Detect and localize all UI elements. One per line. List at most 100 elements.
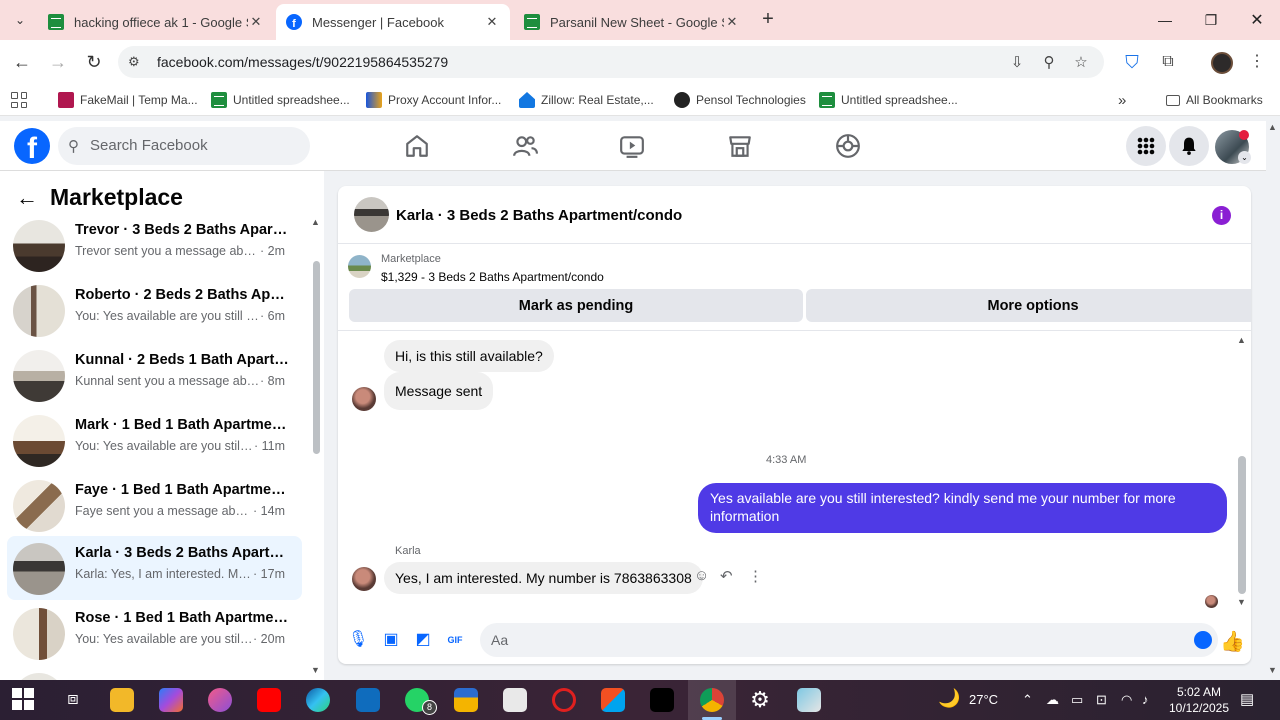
chat-scrollbar[interactable] xyxy=(1238,456,1246,594)
app-icon[interactable] xyxy=(208,688,232,712)
conversation-item[interactable]: Mark · 1 Bed 1 Bath Apartment/... You: Y… xyxy=(7,408,302,472)
edge-icon[interactable] xyxy=(306,688,330,712)
weather-temp[interactable]: 27°C xyxy=(969,692,998,707)
zoom-icon[interactable]: ⚲ xyxy=(1040,54,1058,72)
microsoft-store-icon[interactable] xyxy=(601,688,625,712)
conversation-item[interactable]: Roberto · 2 Beds 2 Baths Apart... You: Y… xyxy=(7,278,302,342)
close-tab-icon[interactable]: ✕ xyxy=(248,14,264,30)
microphone-icon[interactable]: 🎙 xyxy=(348,630,368,650)
chevron-down-icon[interactable]: ⌄ xyxy=(1238,151,1251,164)
close-window-button[interactable]: ✕ xyxy=(1234,0,1280,40)
info-icon[interactable]: i xyxy=(1212,206,1231,225)
page-scroll-down-icon[interactable]: ▼ xyxy=(1268,665,1277,675)
back-button[interactable]: ← xyxy=(10,50,34,74)
onedrive-icon[interactable]: ☁ xyxy=(1046,692,1059,708)
profile-avatar[interactable] xyxy=(1211,52,1233,74)
app-icon[interactable] xyxy=(797,688,821,712)
contact-avatar[interactable] xyxy=(352,387,376,411)
sidebar-scroll-up-icon[interactable]: ▲ xyxy=(311,217,320,227)
gaming-icon[interactable] xyxy=(835,133,861,159)
opera-icon[interactable] xyxy=(552,688,576,712)
volume-icon[interactable]: ♪ xyxy=(1142,692,1149,707)
facebook-logo[interactable]: f xyxy=(14,128,50,164)
react-emoji-icon[interactable]: ☺ xyxy=(694,567,709,584)
tab-parsanil-sheet[interactable]: Parsanil New Sheet - Google Sh ✕ xyxy=(514,4,750,40)
bookmark-untitled-2[interactable]: Untitled spreadshee... xyxy=(819,91,958,109)
notification-center-icon[interactable]: ▤ xyxy=(1240,690,1254,708)
url-text[interactable]: facebook.com/messages/t/9022195864535279 xyxy=(157,54,448,70)
gif-icon[interactable]: GIF xyxy=(445,630,465,650)
more-actions-icon[interactable]: ⋮ xyxy=(748,567,763,585)
more-options-button[interactable]: More options xyxy=(806,289,1251,322)
mark-as-pending-button[interactable]: Mark as pending xyxy=(349,289,803,322)
bookmark-star-icon[interactable]: ☆ xyxy=(1072,54,1090,72)
bookmark-fakemail[interactable]: FakeMail | Temp Ma... xyxy=(58,91,198,109)
conversation-item[interactable]: Rose · 1 Bed 1 Bath Apartment/c... You: … xyxy=(7,601,302,665)
message-input[interactable]: Aa xyxy=(480,623,1218,657)
conversation-item[interactable] xyxy=(7,666,302,680)
vpn-icon[interactable]: ⊡ xyxy=(1096,692,1107,708)
reply-icon[interactable]: ↶ xyxy=(720,567,733,585)
reload-button[interactable]: ↻ xyxy=(82,50,106,74)
incoming-message[interactable]: Yes, I am interested. My number is 78638… xyxy=(384,562,703,594)
sidebar-scrollbar[interactable] xyxy=(313,261,320,454)
all-bookmarks-button[interactable]: All Bookmarks xyxy=(1166,91,1263,109)
tab-search-chevron-icon[interactable]: ⌄ xyxy=(8,8,32,32)
settings-gear-icon[interactable]: ⚙ xyxy=(748,688,772,712)
copilot-icon[interactable] xyxy=(159,688,183,712)
photo-icon[interactable]: ▣ xyxy=(381,630,401,650)
brave-shield-icon[interactable]: ⛉ xyxy=(1122,52,1142,72)
app-icon[interactable] xyxy=(503,688,527,712)
sticker-icon[interactable]: ◩ xyxy=(413,630,433,650)
thumbs-up-icon[interactable]: 👍 xyxy=(1220,629,1245,654)
sidebar-scroll-down-icon[interactable]: ▼ xyxy=(311,665,320,675)
marketplace-icon[interactable] xyxy=(727,133,753,159)
video-icon[interactable] xyxy=(619,133,645,159)
chrome-icon[interactable] xyxy=(700,688,724,712)
back-arrow-icon[interactable]: ← xyxy=(16,185,38,211)
chat-title[interactable]: Karla · 3 Beds 2 Baths Apartment/condo xyxy=(396,207,682,224)
contact-avatar[interactable] xyxy=(352,567,376,591)
conversation-item[interactable]: Trevor · 3 Beds 2 Baths Apartme... Trevo… xyxy=(7,213,302,277)
install-app-icon[interactable]: ⇩ xyxy=(1008,54,1026,72)
task-view-icon[interactable]: ⧈ xyxy=(61,688,85,712)
incoming-message[interactable]: Message sent xyxy=(384,372,494,410)
facebook-search-input[interactable]: ⚲ Search Facebook xyxy=(58,127,310,165)
conversation-item-active[interactable]: Karla · 3 Beds 2 Baths Apartmen... Karla… xyxy=(7,536,302,600)
close-tab-icon[interactable]: ✕ xyxy=(724,14,740,30)
chat-avatar[interactable] xyxy=(354,197,389,232)
listing-title[interactable]: $1,329 - 3 Beds 2 Baths Apartment/condo xyxy=(381,270,604,284)
listing-thumbnail[interactable] xyxy=(348,255,371,278)
extensions-icon[interactable]: ⧉ xyxy=(1158,52,1178,72)
battery-icon[interactable]: ▭ xyxy=(1071,692,1083,708)
tab-hacking-sheet[interactable]: hacking offiece ak 1 - Google Sh ✕ xyxy=(38,4,274,40)
new-tab-button[interactable]: + xyxy=(756,8,780,32)
site-info-icon[interactable]: ⚙ xyxy=(128,54,140,70)
chrome-menu-icon[interactable]: ⋮ xyxy=(1247,52,1267,72)
chat-scroll-up-icon[interactable]: ▲ xyxy=(1237,335,1246,345)
apps-grid-icon[interactable] xyxy=(11,92,27,108)
chevron-up-icon[interactable]: ⌃ xyxy=(1022,692,1033,708)
outlook-icon[interactable] xyxy=(356,688,380,712)
emoji-icon[interactable] xyxy=(1194,631,1212,649)
wifi-icon[interactable]: ◠ xyxy=(1121,692,1132,708)
tab-messenger[interactable]: f Messenger | Facebook ✕ xyxy=(276,4,510,40)
system-clock[interactable]: 5:02 AM 10/12/2025 xyxy=(1158,684,1240,716)
start-button[interactable] xyxy=(12,688,36,712)
notifications-bell-icon[interactable] xyxy=(1169,126,1209,166)
home-icon[interactable] xyxy=(404,133,430,159)
incoming-message[interactable]: Hi, is this still available? xyxy=(384,340,554,372)
forward-button[interactable]: → xyxy=(46,50,70,74)
chat-scroll-down-icon[interactable]: ▼ xyxy=(1237,597,1246,607)
bookmark-pensol[interactable]: Pensol Technologies xyxy=(674,91,806,109)
app-icon[interactable] xyxy=(454,688,478,712)
file-explorer-icon[interactable] xyxy=(110,688,134,712)
weather-moon-icon[interactable]: 🌙 xyxy=(938,688,960,709)
conversation-item[interactable]: Kunnal · 2 Beds 1 Bath Apartme... Kunnal… xyxy=(7,343,302,407)
address-bar[interactable]: ⚙ facebook.com/messages/t/90221958645352… xyxy=(118,46,1104,78)
outgoing-message[interactable]: Yes available are you still interested? … xyxy=(698,483,1227,533)
close-tab-icon[interactable]: ✕ xyxy=(484,14,500,30)
page-scroll-up-icon[interactable]: ▲ xyxy=(1268,122,1277,132)
more-bookmarks-button[interactable]: » xyxy=(1118,91,1126,109)
youtube-icon[interactable] xyxy=(257,688,281,712)
